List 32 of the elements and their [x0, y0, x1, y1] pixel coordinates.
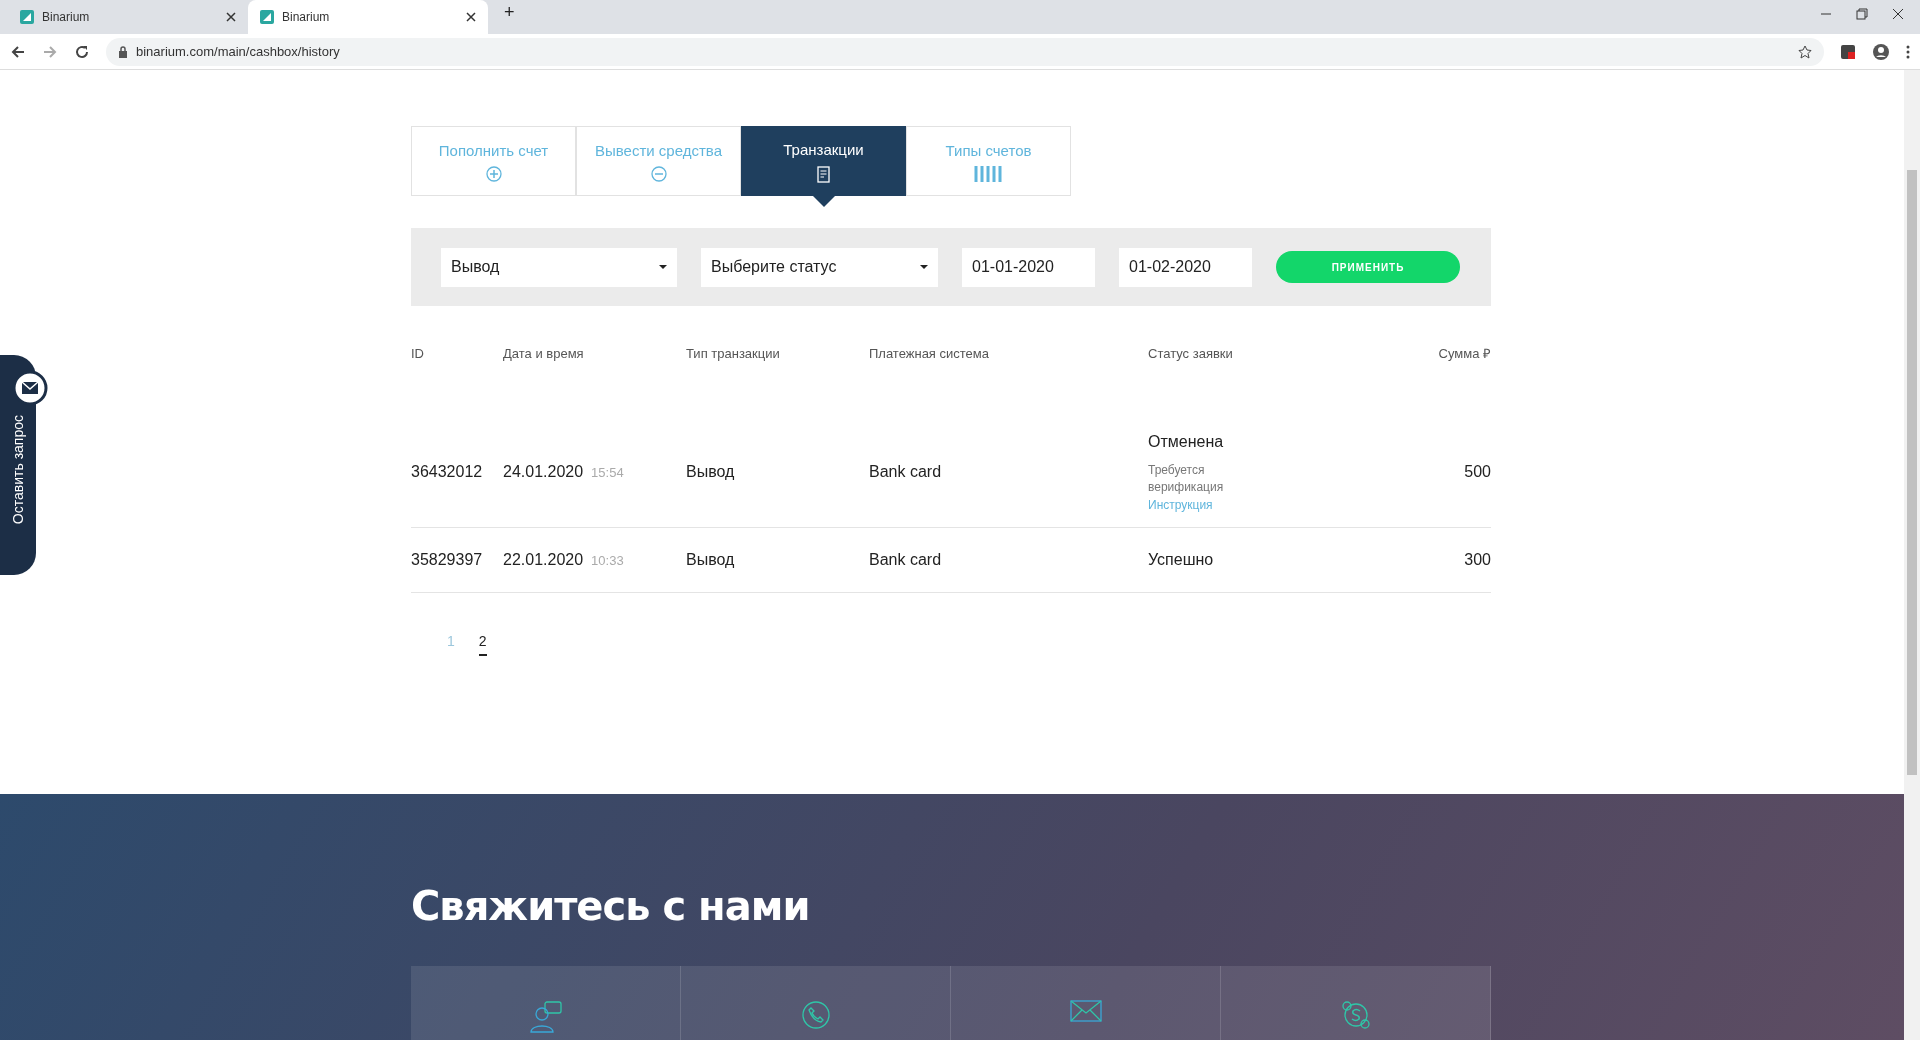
- date-from-field[interactable]: 01-01-2020: [962, 247, 1095, 287]
- table-cell-text: 24.01.2020: [503, 461, 584, 482]
- status-note: Требуется верификация: [1148, 461, 1225, 496]
- request-link[interactable]: Оставить запрос: [8, 415, 29, 525]
- table-cell: Bank card: [869, 551, 942, 568]
- column-header: Тип транзакции: [686, 346, 780, 361]
- page-link[interactable]: 2: [478, 631, 487, 656]
- type-select[interactable]: Вывод: [441, 247, 677, 287]
- time-text: 15:54: [591, 463, 624, 482]
- column-header: Платежная система: [869, 346, 989, 361]
- column-header: Дата и время: [503, 346, 584, 361]
- table-cell-text: 22.01.2020: [503, 550, 584, 570]
- column-header: Статус заявки: [1148, 346, 1233, 361]
- browser-tab[interactable]: Binarium: [248, 0, 488, 34]
- table-cell: Bank card: [869, 462, 942, 480]
- new-tab-button[interactable]: +: [504, 0, 515, 26]
- browser-tab[interactable]: Binarium: [8, 0, 248, 34]
- table-cell: 300: [1464, 551, 1491, 568]
- section-title: Свяжитесь с нами: [411, 882, 811, 930]
- table-cell: 36432012: [411, 462, 483, 480]
- table-cell: 35829397: [411, 551, 483, 568]
- date-to-field[interactable]: 01-02-2020: [1119, 247, 1252, 287]
- status-select[interactable]: Выберите статус: [701, 247, 938, 287]
- table-cell: Вывод: [686, 462, 735, 480]
- status-text: Успешно: [1148, 550, 1214, 570]
- time-text: 10:33: [591, 552, 624, 570]
- column-header: ID: [411, 346, 424, 361]
- table-cell: 500: [1464, 462, 1491, 480]
- status-text: Отменена: [1148, 431, 1224, 452]
- column-header: Сумма ₽: [1438, 346, 1491, 361]
- table-cell: Вывод: [686, 551, 735, 568]
- address-bar[interactable]: binarium.com/main/cashbox/history: [106, 37, 1824, 66]
